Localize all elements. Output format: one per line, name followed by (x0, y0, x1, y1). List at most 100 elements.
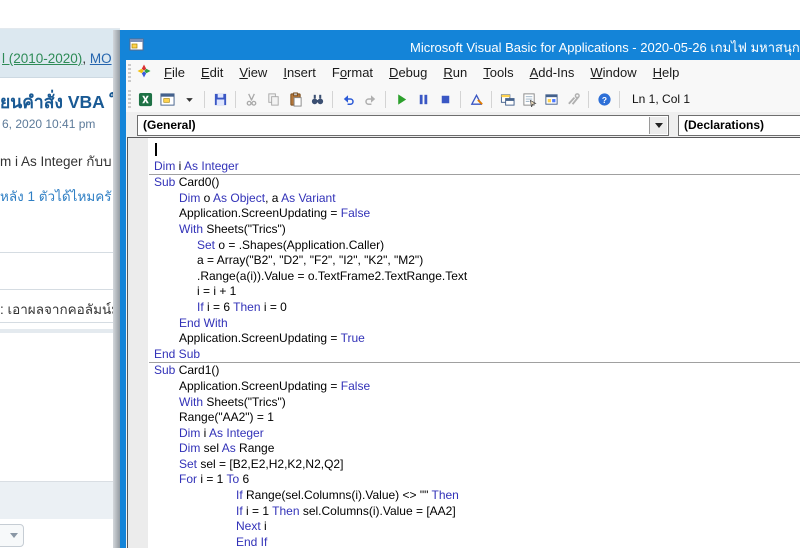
insert-object-icon[interactable] (156, 89, 178, 110)
code-line: Next i (149, 519, 800, 535)
procedure-dropdown-value: (Declarations) (684, 118, 764, 132)
copy-icon[interactable] (262, 89, 284, 110)
procedure-dropdown[interactable]: (Declarations) (678, 115, 800, 136)
code-line: Application.ScreenUpdating = False (149, 379, 800, 395)
project-explorer-icon[interactable] (496, 89, 518, 110)
menu-format[interactable]: Format (324, 62, 381, 83)
toolbar-buttons: ? (134, 89, 624, 110)
object-browser-icon[interactable] (540, 89, 562, 110)
menu-view[interactable]: View (231, 62, 275, 83)
object-dropdown[interactable]: (General) (137, 115, 669, 136)
vba-editor-window: Microsoft Visual Basic for Applications … (120, 30, 800, 548)
topic-title: ยนคำสั่ง VBA ใ (0, 88, 118, 116)
post-footer-line: : เอาผลจากคอลัมน์มา (0, 298, 128, 320)
toolbar-separator (204, 91, 205, 108)
toolbar-separator (235, 91, 236, 108)
code-line: Dim i As Integer (149, 426, 800, 442)
code-line: End If (149, 535, 800, 548)
dropdown-caret-icon (10, 533, 18, 538)
code-line: If i = 1 Then sel.Columns(i).Value = [AA… (149, 504, 800, 520)
forum-footer-panel (0, 481, 118, 519)
code-line: Dim sel As Range (149, 441, 800, 457)
reset-icon[interactable] (434, 89, 456, 110)
code-line: Dim o As Object, a As Variant (149, 191, 800, 207)
divider (0, 322, 118, 323)
menu-help[interactable]: Help (645, 62, 688, 83)
code-line: .Range(a(i)).Value = o.TextFrame2.TextRa… (149, 269, 800, 285)
toolbar-separator (619, 91, 620, 108)
code-line: Application.ScreenUpdating = True (149, 331, 800, 347)
breadcrumb-separator: , (82, 51, 90, 66)
title-bar[interactable]: Microsoft Visual Basic for Applications … (120, 30, 800, 60)
code-line: i = i + 1 (149, 284, 800, 300)
divider (0, 252, 118, 253)
window-title: Microsoft Visual Basic for Applications … (410, 37, 800, 58)
paste-icon[interactable] (284, 89, 306, 110)
menu-bar-items: FileEditViewInsertFormatDebugRunToolsAdd… (156, 64, 687, 82)
cut-icon[interactable] (240, 89, 262, 110)
dropdown-arrow-icon[interactable] (649, 117, 667, 134)
code-window-header: (General) (Declarations) (126, 112, 800, 137)
breadcrumb-link-board[interactable]: MO (90, 51, 112, 66)
menu-edit[interactable]: Edit (193, 62, 231, 83)
code-line: Dim i As Integer (149, 159, 800, 175)
code-lines: Dim i As IntegerSub Card0()Dim o As Obje… (149, 143, 800, 548)
design-mode-icon[interactable] (465, 89, 487, 110)
text-cursor (155, 143, 157, 156)
code-line: Sub Card0() (149, 174, 800, 191)
jump-to-dropdown[interactable] (0, 524, 24, 547)
properties-window-icon[interactable] (518, 89, 540, 110)
post-body-line-blue: หลัง 1 ตัวได้ไหมครั (0, 185, 112, 207)
toolbar-grip[interactable] (128, 64, 131, 82)
post-date: 6, 2020 10:41 pm (2, 117, 95, 131)
breadcrumb-link-forum[interactable]: l (2010-2020) (2, 51, 82, 66)
code-line: With Sheets("Trics") (149, 222, 800, 238)
code-line: If Range(sel.Columns(i).Value) <> "" The… (149, 488, 800, 504)
standard-toolbar: ? Ln 1, Col 1 (126, 86, 800, 113)
margin-indicator-bar (128, 138, 148, 548)
toolbar-separator (491, 91, 492, 108)
code-line (149, 143, 800, 159)
break-icon[interactable] (412, 89, 434, 110)
toolbar-grip[interactable] (128, 90, 131, 108)
menu-file[interactable]: File (156, 62, 193, 83)
dropdown-arrow-icon[interactable] (178, 89, 200, 110)
code-line: Sub Card1() (149, 362, 800, 379)
code-line: Application.ScreenUpdating = False (149, 206, 800, 222)
redo-icon[interactable] (359, 89, 381, 110)
divider (0, 289, 118, 290)
undo-icon[interactable] (337, 89, 359, 110)
menu-bar: FileEditViewInsertFormatDebugRunToolsAdd… (126, 60, 800, 86)
vba-form-icon (129, 37, 145, 58)
screen: l (2010-2020), MO ยนคำสั่ง VBA ใ 6, 2020… (0, 0, 800, 548)
svg-text:?: ? (601, 94, 606, 104)
toolbar-separator (460, 91, 461, 108)
menu-insert[interactable]: Insert (275, 62, 324, 83)
code-line: Set sel = [B2,E2,H2,K2,N2,Q2] (149, 457, 800, 473)
code-line: a = Array("B2", "D2", "F2", "I2", "K2", … (149, 253, 800, 269)
menu-addins[interactable]: Add-Ins (522, 62, 583, 83)
code-line: For i = 1 To 6 (149, 472, 800, 488)
code-editor[interactable]: Dim i As IntegerSub Card0()Dim o As Obje… (127, 137, 800, 548)
toolbar-separator (332, 91, 333, 108)
cursor-position-indicator: Ln 1, Col 1 (632, 92, 690, 106)
menu-debug[interactable]: Debug (381, 62, 435, 83)
post-body-line: m i As Integer กับบ (0, 150, 112, 172)
menu-tools[interactable]: Tools (475, 62, 521, 83)
excel-icon[interactable] (134, 89, 156, 110)
toolbar-separator (385, 91, 386, 108)
save-icon[interactable] (209, 89, 231, 110)
code-line: Set o = .Shapes(Application.Caller) (149, 238, 800, 254)
code-line: If i = 6 Then i = 0 (149, 300, 800, 316)
run-icon[interactable] (390, 89, 412, 110)
menu-run[interactable]: Run (435, 62, 475, 83)
help-icon[interactable]: ? (593, 89, 615, 110)
object-dropdown-value: (General) (143, 118, 196, 132)
code-line: End Sub (149, 347, 800, 363)
menu-window[interactable]: Window (582, 62, 644, 83)
code-line: With Sheets("Trics") (149, 395, 800, 411)
code-line: End With (149, 316, 800, 332)
find-icon[interactable] (306, 89, 328, 110)
toolbox-icon[interactable] (562, 89, 584, 110)
breadcrumb: l (2010-2020), MO (2, 51, 112, 66)
